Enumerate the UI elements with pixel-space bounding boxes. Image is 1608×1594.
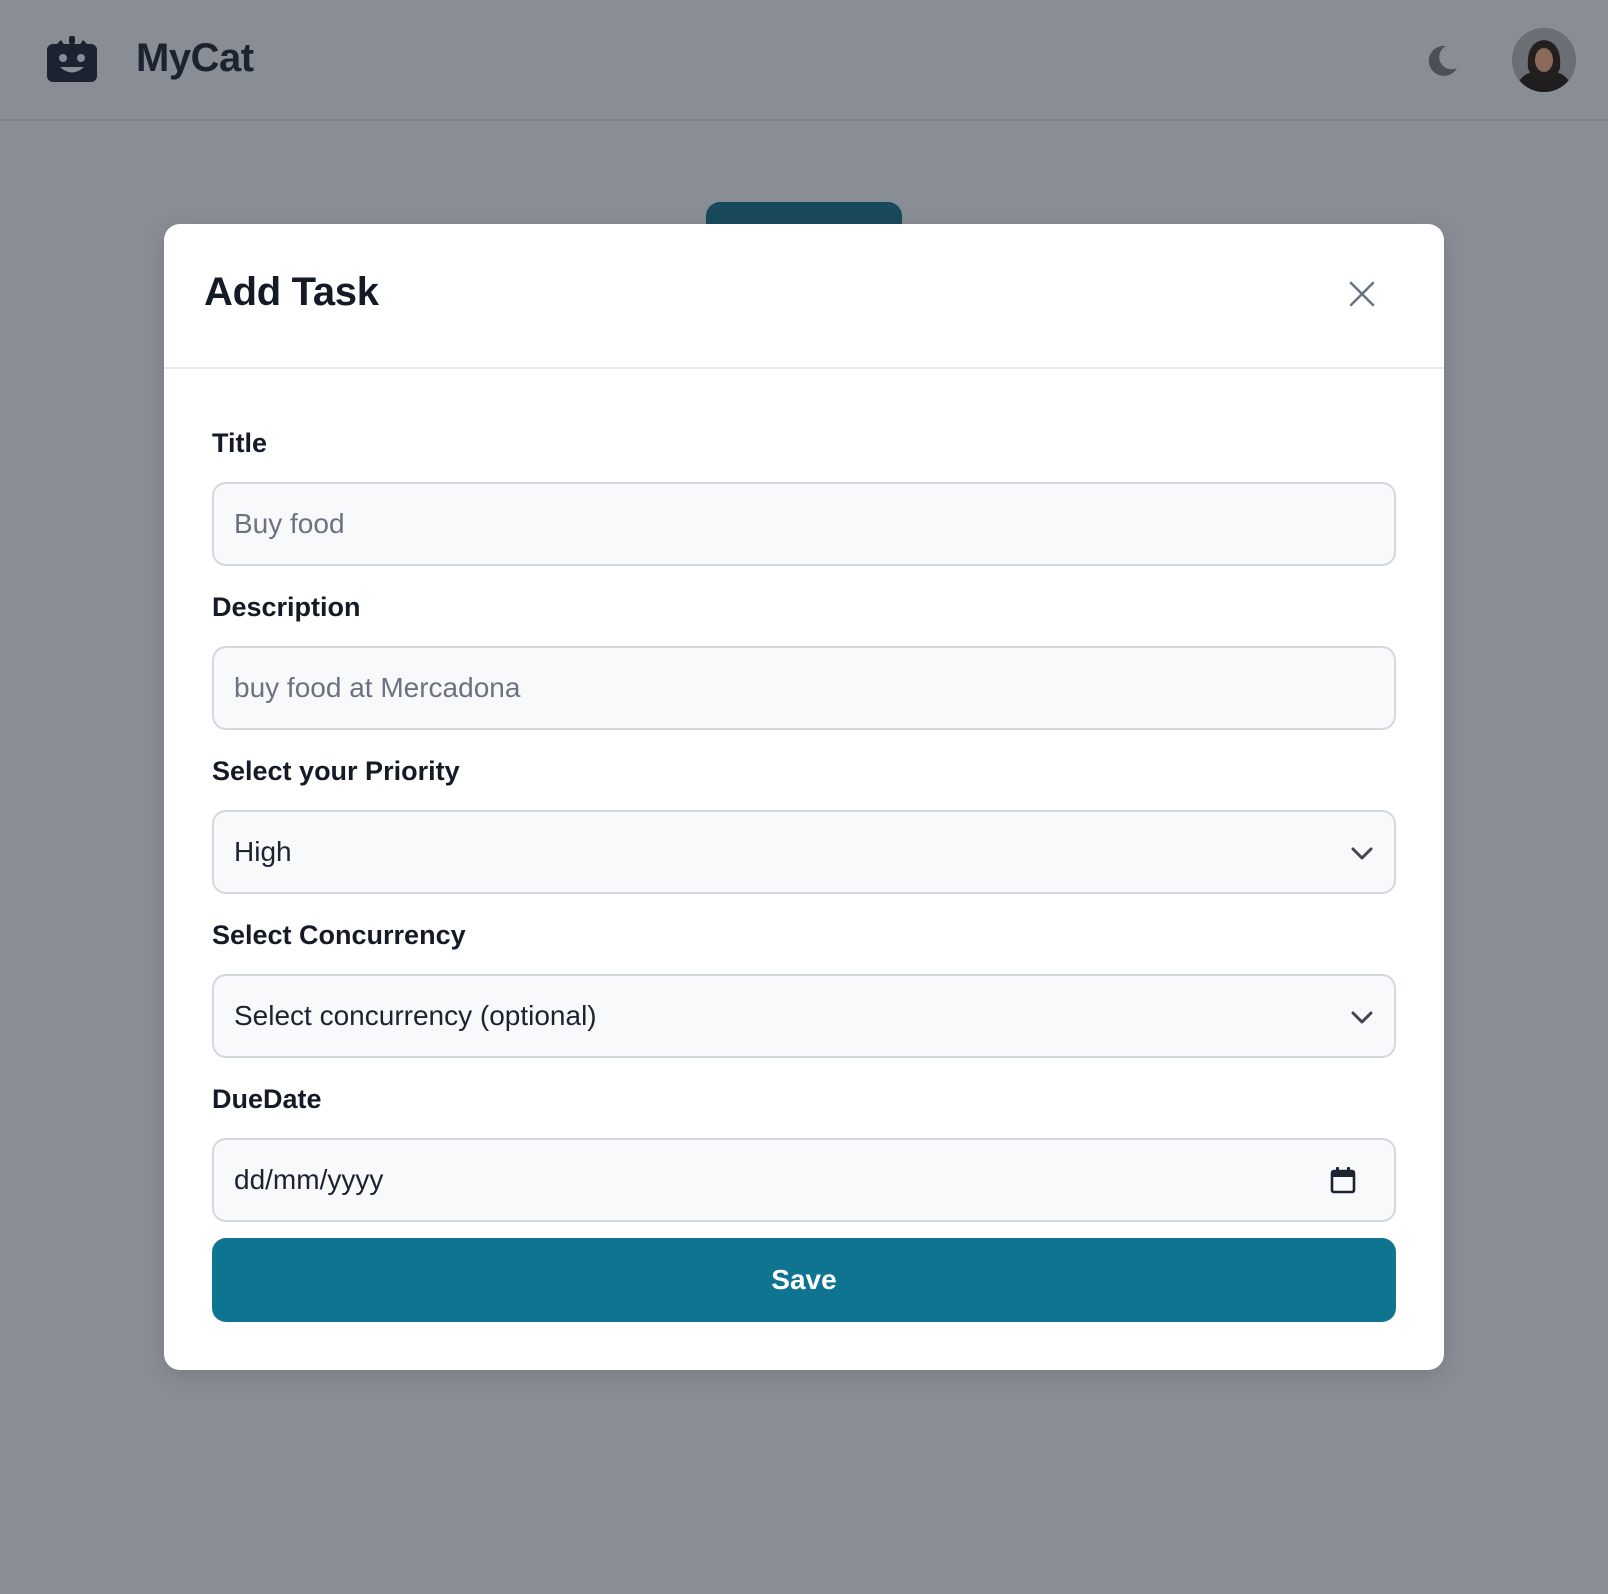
duedate-label: DueDate <box>212 1084 322 1114</box>
title-input[interactable]: Buy food <box>212 482 1396 566</box>
priority-label: Select your Priority <box>212 756 460 786</box>
duedate-input[interactable]: dd/mm/yyyy <box>212 1138 1396 1222</box>
robot-icon[interactable] <box>47 36 97 82</box>
modal-title: Add Task <box>204 270 379 314</box>
title-placeholder: Buy food <box>234 508 345 539</box>
close-icon[interactable] <box>1344 276 1380 312</box>
chevron-down-icon <box>1351 1011 1373 1024</box>
calendar-icon[interactable] <box>1330 1166 1356 1194</box>
app-name[interactable]: MyCat <box>136 36 254 81</box>
priority-value: High <box>234 836 292 867</box>
description-placeholder: buy food at Mercadona <box>234 672 521 703</box>
app-header: MyCat <box>0 0 1608 121</box>
add-task-modal: Add Task Title Buy food Description buy … <box>164 224 1444 1370</box>
description-label: Description <box>212 592 361 622</box>
avatar[interactable] <box>1512 28 1576 92</box>
concurrency-value: Select concurrency (optional) <box>234 1000 597 1031</box>
modal-header: Add Task <box>164 224 1444 369</box>
priority-select[interactable]: High <box>212 810 1396 894</box>
moon-icon[interactable] <box>1424 42 1460 78</box>
concurrency-select[interactable]: Select concurrency (optional) <box>212 974 1396 1058</box>
title-label: Title <box>212 428 268 458</box>
concurrency-label: Select Concurrency <box>212 920 466 950</box>
description-input[interactable]: buy food at Mercadona <box>212 646 1396 730</box>
chevron-down-icon <box>1351 847 1373 860</box>
duedate-value: dd/mm/yyyy <box>234 1164 384 1195</box>
save-button[interactable]: Save <box>212 1238 1396 1322</box>
